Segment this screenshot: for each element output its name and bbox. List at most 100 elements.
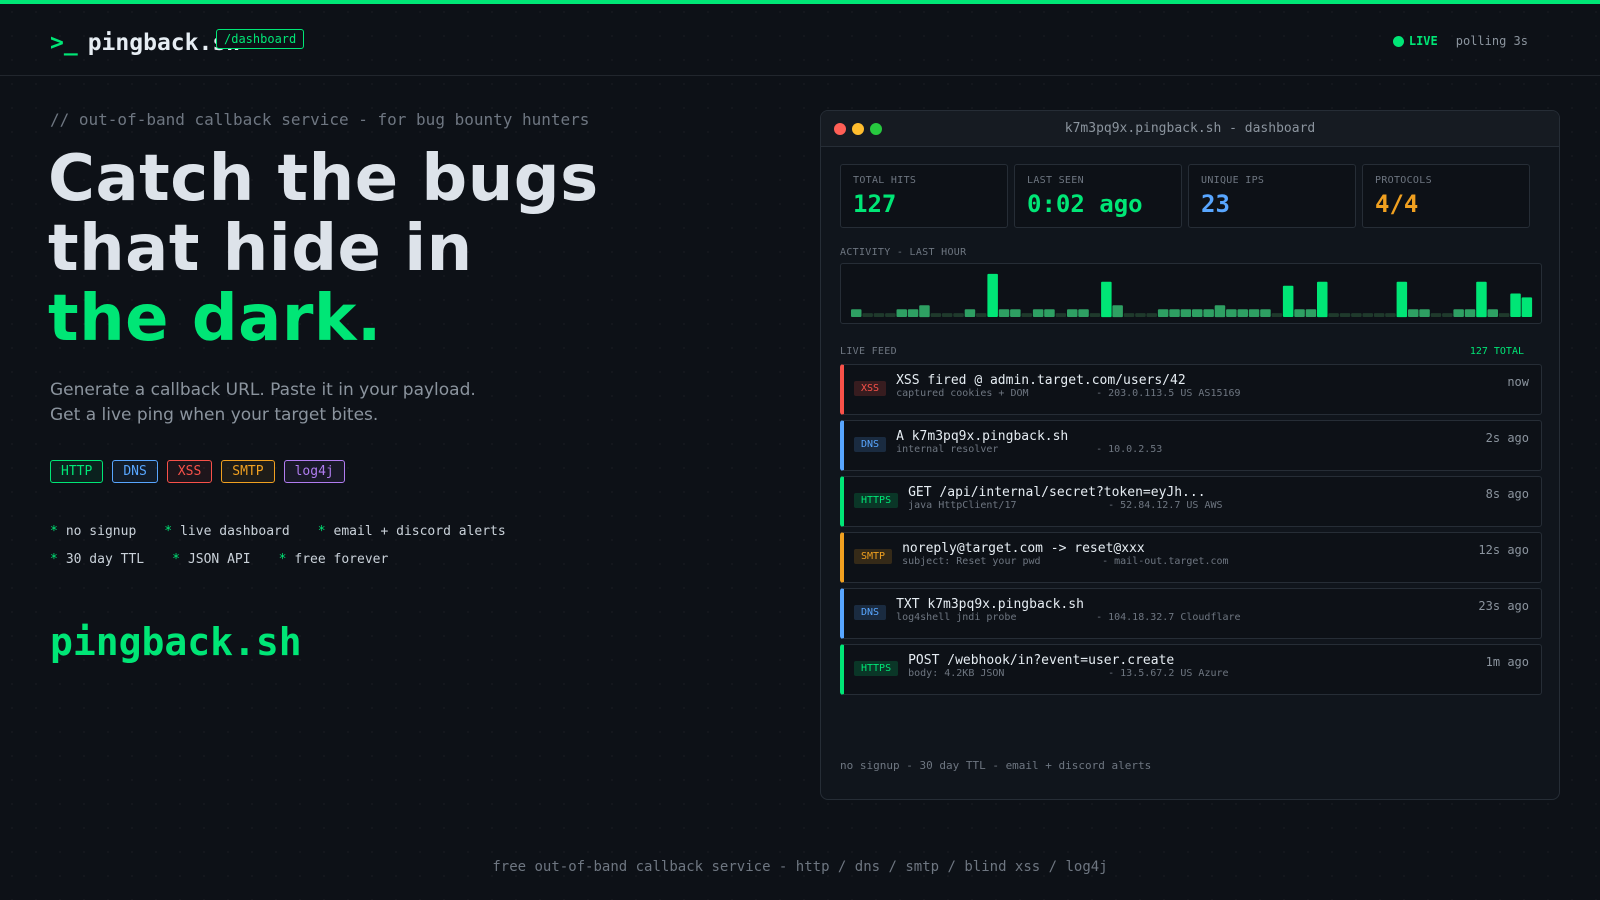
feed-item-body: POST /webhook/in?event=user.create body: … [908, 653, 1228, 679]
feed-item-header: DNS TXT k7m3pq9x.pingback.sh log4shell jnd… [854, 597, 1529, 623]
activity-bar [1032, 309, 1044, 317]
window-title: k7m3pq9x.pingback.sh - dashboard [1064, 121, 1316, 136]
stat-label: LAST SEEN [1027, 175, 1084, 186]
feed-item-meta: java HttpClient/17 - 52.84.12.7 US AWS [908, 500, 1222, 511]
activity-bar [1419, 309, 1430, 317]
header: >_ pingback.sh /dashboard LIVE polling 3… [0, 4, 1600, 76]
activity-bar [1089, 313, 1101, 317]
activity-bar [1487, 309, 1498, 317]
activity-bar [1237, 309, 1248, 317]
activity-bar [976, 313, 987, 317]
chip-xss: XSS [166, 460, 213, 483]
activity-bar [1214, 305, 1226, 318]
live-feed-label: LIVE FEED [840, 346, 897, 357]
feed-item-header: HTTPS POST /webhook/in?event=user.create b… [854, 653, 1529, 679]
feed-item-source: - 104.18.32.7 Cloudflare [1096, 612, 1241, 623]
feed-item-body: TXT k7m3pq9x.pingback.sh log4shell jndi p… [896, 597, 1241, 623]
activity-bar [1101, 281, 1112, 318]
subtitle-line-2: Get a live ping when your target bites. [50, 405, 379, 425]
prompt-icon: >_ [50, 30, 78, 56]
star-icon: * [172, 552, 180, 567]
feed-item-header: SMTP noreply@target.com -> reset@xxx subje… [854, 541, 1529, 567]
stats-row: TOTAL HITS 127 LAST SEEN 0:02 ago UNIQUE… [840, 164, 1530, 228]
stat-protocols: PROTOCOLS 4/4 [1362, 164, 1530, 228]
hero-line-2: that hide in [48, 212, 473, 286]
feed-item-source: - 52.84.12.7 US AWS [1108, 500, 1223, 511]
activity-bar [1305, 309, 1317, 317]
feature-row: * no signup * live dashboard * email + disc… [50, 524, 506, 552]
feed-item-title: POST /webhook/in?event=user.create [908, 653, 1175, 668]
minimize-dot-icon[interactable] [852, 123, 864, 135]
activity-label: ACTIVITY - LAST HOUR [840, 247, 967, 258]
feed-item[interactable]: XSS XSS fired @ admin.target.com/users/42… [840, 364, 1542, 415]
activity-bar [998, 309, 1010, 317]
maximize-dot-icon[interactable] [870, 123, 882, 135]
dashboard-window: k7m3pq9x.pingback.sh - dashboard TOTAL H… [820, 110, 1560, 800]
activity-bar [1067, 309, 1078, 317]
activity-bar [1373, 313, 1385, 317]
activity-bar [953, 313, 964, 317]
activity-bar [1180, 309, 1192, 317]
hero-line-3: the dark. [48, 282, 382, 356]
activity-bar [1396, 281, 1408, 318]
feed-item-source: - 203.0.113.5 US AS15169 [1096, 388, 1241, 399]
stat-value: 127 [853, 190, 897, 218]
activity-bar [930, 313, 942, 317]
activity-chart [840, 263, 1542, 324]
activity-bar [1464, 309, 1476, 317]
feature-item: * free forever [278, 552, 389, 567]
activity-bar [1476, 281, 1487, 318]
close-dot-icon[interactable] [834, 123, 846, 135]
dashboard-link[interactable]: /dashboard [216, 29, 305, 49]
feed-item-source: - 13.5.67.2 US Azure [1108, 668, 1229, 679]
activity-bar [851, 309, 862, 317]
feed-item-header: HTTPS GET /api/internal/secret?token=eyJh… [854, 485, 1529, 511]
activity-bar [896, 309, 907, 317]
feed-item-source: - 10.0.2.53 [1096, 444, 1163, 455]
activity-bar [1408, 309, 1419, 317]
live-dot-icon [1392, 35, 1404, 47]
stat-unique-ips: UNIQUE IPS 23 [1188, 164, 1356, 228]
star-icon: * [50, 524, 58, 539]
feed-item[interactable]: HTTPS GET /api/internal/secret?token=eyJh… [840, 476, 1542, 527]
feed-item-meta: log4shell jndi probe - 104.18.32.7 Cloudf… [896, 612, 1241, 623]
feed-total-count: 127 TOTAL [1469, 346, 1524, 357]
activity-bar [941, 313, 953, 317]
polling-interval: polling 3s [1455, 34, 1528, 48]
activity-bar [964, 309, 976, 317]
feed-item-body: A k7m3pq9x.pingback.sh internal resolver -… [896, 429, 1162, 455]
feed-item[interactable]: HTTPS POST /webhook/in?event=user.create b… [840, 644, 1542, 695]
activity-bar [1271, 313, 1283, 317]
feed-item-title: XSS fired @ admin.target.com/users/42 [896, 373, 1186, 388]
stat-value: 4/4 [1375, 190, 1419, 218]
feed-item-title: noreply@target.com -> reset@xxx [902, 541, 1145, 556]
protocol-badge: HTTPS [854, 492, 899, 508]
feed-item-detail: log4shell jndi probe [896, 612, 1017, 623]
feed-item-time: 23s ago [1478, 599, 1529, 613]
brand-logo[interactable]: >_ pingback.sh [50, 30, 240, 56]
activity-bar [1135, 313, 1146, 317]
feed-item[interactable]: DNS TXT k7m3pq9x.pingback.sh log4shell jnd… [840, 588, 1542, 639]
activity-bar [1453, 309, 1464, 317]
live-feed: XSS XSS fired @ admin.target.com/users/42… [840, 364, 1542, 700]
feed-item-meta: internal resolver - 10.0.2.53 [896, 444, 1162, 455]
feed-item-time: now [1507, 375, 1529, 389]
tagline: // out-of-band callback service - for bu… [50, 110, 590, 129]
star-icon: * [164, 524, 173, 539]
feed-item[interactable]: SMTP noreply@target.com -> reset@xxx subje… [840, 532, 1542, 583]
feed-item-detail: body: 4.2KB JSON [908, 668, 1005, 679]
activity-bar [862, 313, 873, 317]
activity-bar [1021, 313, 1032, 317]
feed-item-meta: body: 4.2KB JSON - 13.5.67.2 US Azure [908, 668, 1228, 679]
feed-item-time: 8s ago [1485, 487, 1529, 501]
feed-item-title: TXT k7m3pq9x.pingback.sh [896, 597, 1084, 612]
window-titlebar: k7m3pq9x.pingback.sh - dashboard [821, 111, 1559, 147]
activity-bar [1044, 309, 1055, 317]
feed-item-detail: internal resolver [896, 444, 999, 455]
window-footer: no signup - 30 day TTL - email + discord… [840, 759, 1152, 772]
stat-value: 0:02 ago [1027, 190, 1143, 218]
activity-chart-svg [851, 273, 1533, 318]
activity-bar [885, 313, 896, 317]
feed-item[interactable]: DNS A k7m3pq9x.pingback.sh internal resolv… [840, 420, 1542, 471]
activity-bar [1248, 309, 1260, 317]
